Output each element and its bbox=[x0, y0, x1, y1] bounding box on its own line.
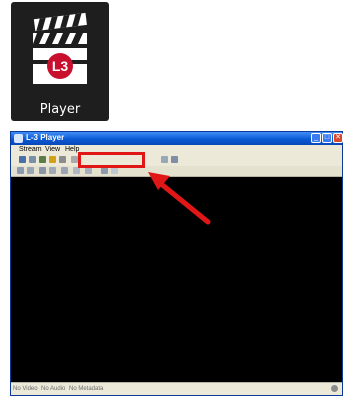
red-arrow-icon bbox=[148, 172, 211, 225]
